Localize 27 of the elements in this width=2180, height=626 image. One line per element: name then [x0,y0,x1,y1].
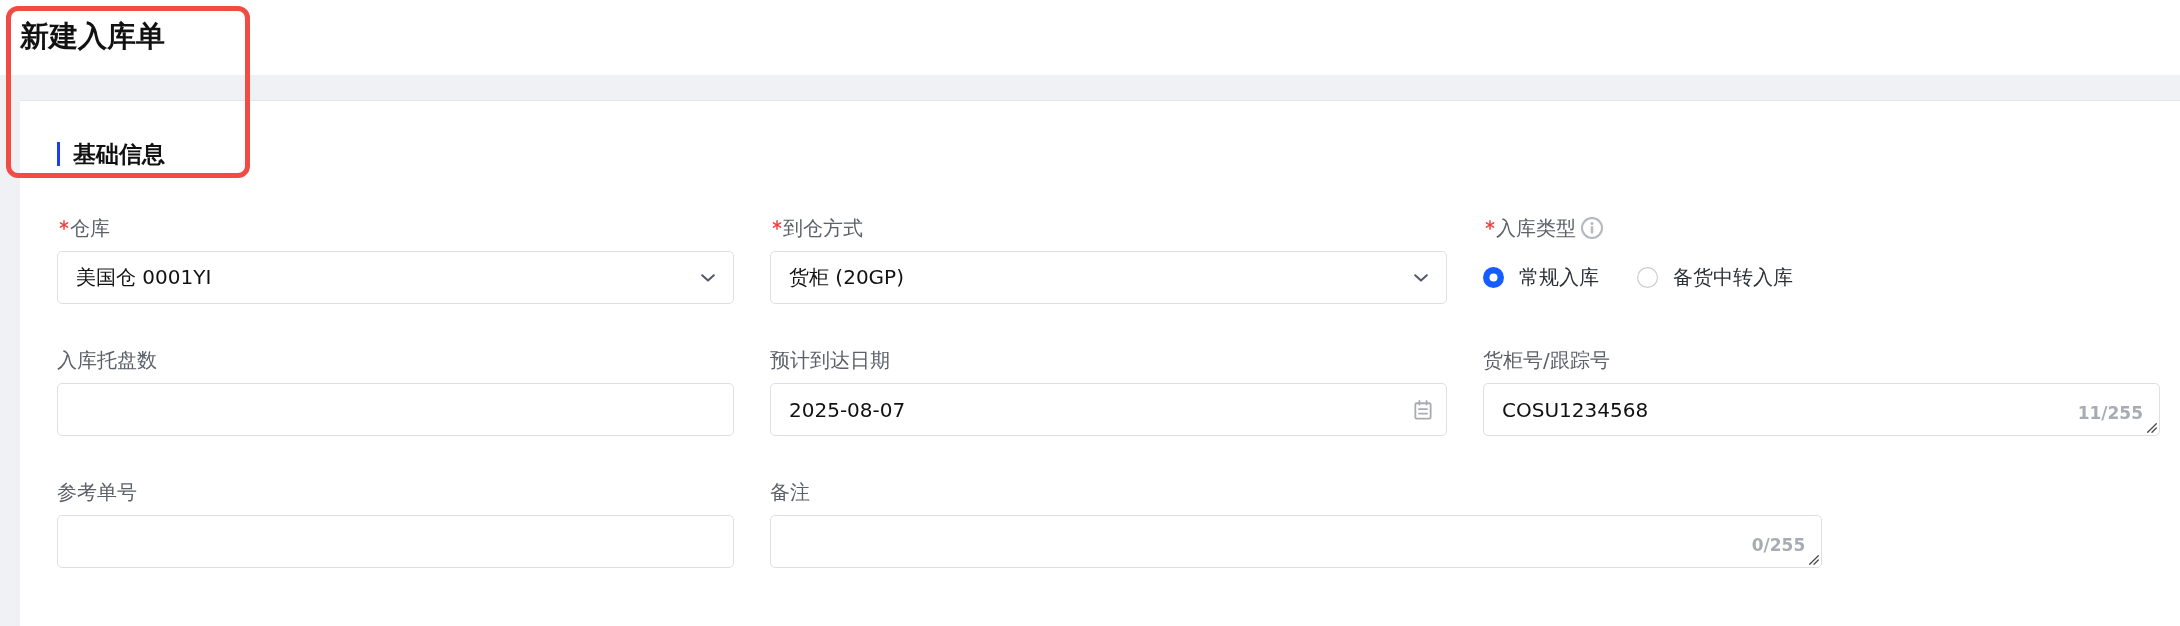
field-label: 仓库 [70,216,110,240]
field-label: 入库类型 [1496,216,1576,240]
input-field[interactable] [57,383,734,436]
field-label: 货柜号/跟踪号 [1483,348,1610,372]
section-title: 基础信息 [73,142,165,166]
select-field[interactable]: 货柜 (20GP) [770,251,1447,304]
chevron-down-icon [1414,273,1428,282]
input-field[interactable] [57,515,734,568]
field-label: 入库托盘数 [57,348,157,372]
section-marker-icon [57,142,60,166]
radio-option[interactable]: 备货中转入库 [1637,264,1793,291]
character-counter: 11/255 [2077,403,2143,423]
radio-option[interactable]: 常规入库 [1483,264,1599,291]
chevron-down-icon [701,273,715,282]
field-label: 参考单号 [57,480,137,504]
resize-handle-icon[interactable] [1809,555,1820,565]
field-label: 备注 [770,480,810,504]
character-counter: 0/255 [1751,535,1806,555]
calendar-icon [1414,399,1432,420]
select-field[interactable]: 美国仓 0001YI [57,251,734,304]
resize-handle-icon[interactable] [2147,423,2157,433]
date-field[interactable]: 2025-08-07 [770,383,1447,436]
textarea-field[interactable]: COSU1234568 11/255 [1483,383,2160,436]
info-icon[interactable] [1581,217,1603,239]
page-title: 新建入库单 [20,17,165,55]
field-label: 到仓方式 [783,216,863,240]
field-label: 预计到达日期 [770,348,890,372]
